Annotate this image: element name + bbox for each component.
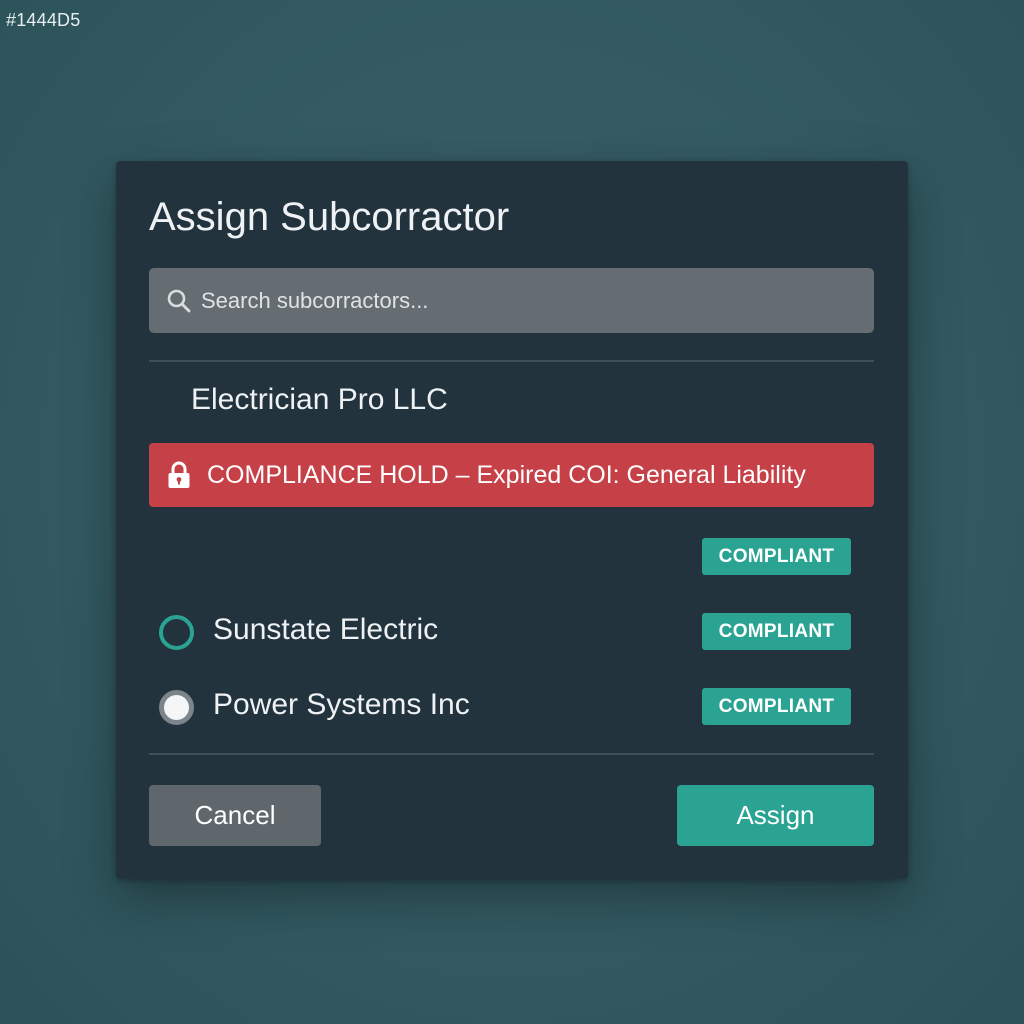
selected-company-name: Electrician Pro LLC xyxy=(191,383,448,416)
compliant-badge-sunstate-electric: COMPLIANT xyxy=(702,613,851,650)
assign-button[interactable]: Assign xyxy=(677,785,874,846)
radio-sunstate-electric[interactable] xyxy=(159,615,194,650)
option-label-power-systems-inc[interactable]: Power Systems Inc xyxy=(213,688,470,722)
cancel-button[interactable]: Cancel xyxy=(149,785,321,846)
corner-hex-label: #1444D5 xyxy=(6,10,81,30)
search-field[interactable] xyxy=(149,268,874,333)
assign-subcontractor-dialog: Assign Subcorractor Electrician Pro LLC … xyxy=(116,161,908,879)
compliance-hold-banner: COMPLIANCE HOLD – Expired COI: General L… xyxy=(149,443,874,507)
lock-icon xyxy=(168,461,190,488)
dialog-title: Assign Subcorractor xyxy=(149,195,510,239)
compliant-badge: COMPLIANT xyxy=(702,538,851,575)
selected-company-row[interactable]: Electrician Pro LLC xyxy=(191,383,916,417)
bottom-divider xyxy=(149,753,874,755)
compliance-hold-text: COMPLIANCE HOLD – Expired COI: General L… xyxy=(207,461,806,489)
search-icon xyxy=(167,289,191,313)
search-input[interactable] xyxy=(201,268,851,333)
compliant-badge-power-systems-inc: COMPLIANT xyxy=(702,688,851,725)
radio-power-systems-inc[interactable] xyxy=(159,690,194,725)
top-divider xyxy=(149,360,874,362)
option-label-sunstate-electric[interactable]: Sunstate Electric xyxy=(213,613,438,647)
